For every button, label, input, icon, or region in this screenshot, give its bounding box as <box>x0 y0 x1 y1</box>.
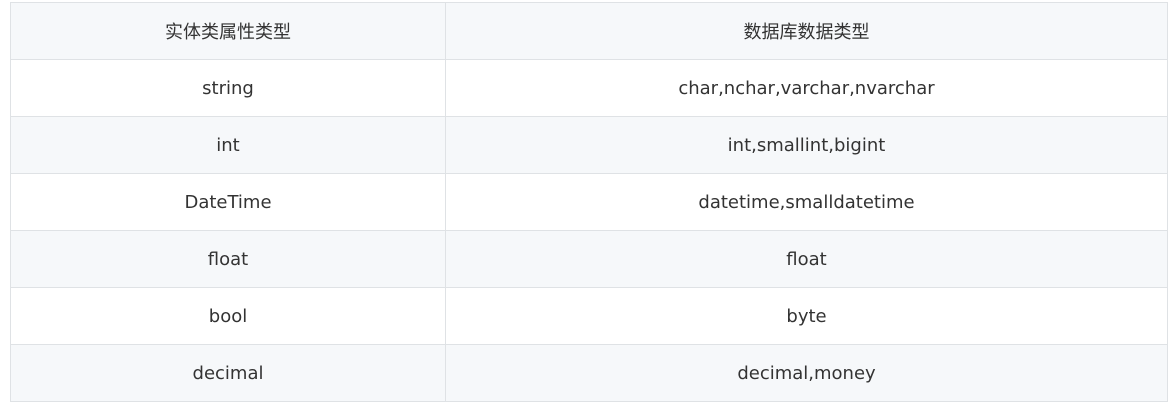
cell-db-type: decimal,money <box>445 344 1168 402</box>
type-mapping-table: 实体类属性类型 数据库数据类型 string char,nchar,varcha… <box>10 2 1168 402</box>
cell-db-type: float <box>445 230 1168 288</box>
table-row: string char,nchar,varchar,nvarchar <box>10 59 1168 117</box>
table-row: bool byte <box>10 287 1168 345</box>
cell-entity-type: int <box>10 116 446 174</box>
cell-db-type: byte <box>445 287 1168 345</box>
cell-entity-type: DateTime <box>10 173 446 231</box>
table-body: string char,nchar,varchar,nvarchar int i… <box>10 59 1168 402</box>
table-row: DateTime datetime,smalldatetime <box>10 173 1168 231</box>
header-entity-property-type: 实体类属性类型 <box>10 2 446 60</box>
type-mapping-table-container: 实体类属性类型 数据库数据类型 string char,nchar,varcha… <box>10 2 1168 402</box>
cell-entity-type: bool <box>10 287 446 345</box>
header-database-data-type: 数据库数据类型 <box>445 2 1168 60</box>
header-row: 实体类属性类型 数据库数据类型 <box>10 2 1168 60</box>
cell-entity-type: float <box>10 230 446 288</box>
cell-entity-type: decimal <box>10 344 446 402</box>
cell-entity-type: string <box>10 59 446 117</box>
table-row: int int,smallint,bigint <box>10 116 1168 174</box>
cell-db-type: datetime,smalldatetime <box>445 173 1168 231</box>
cell-db-type: int,smallint,bigint <box>445 116 1168 174</box>
table-row: decimal decimal,money <box>10 344 1168 402</box>
table-row: float float <box>10 230 1168 288</box>
cell-db-type: char,nchar,varchar,nvarchar <box>445 59 1168 117</box>
table-header: 实体类属性类型 数据库数据类型 <box>10 2 1168 60</box>
